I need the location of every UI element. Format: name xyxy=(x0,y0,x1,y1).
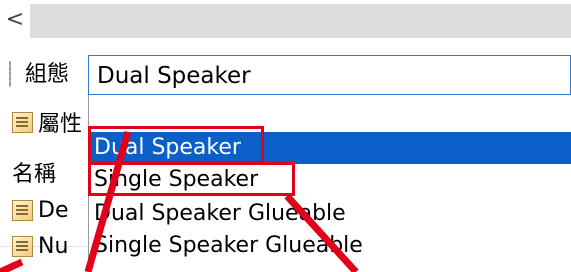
back-button[interactable]: < xyxy=(0,0,30,38)
chevron-left-icon: < xyxy=(5,6,25,32)
properties-label: 屬性 xyxy=(38,112,83,137)
property-icon xyxy=(12,200,33,221)
properties-icon xyxy=(12,111,33,133)
name-label: 名稱 xyxy=(12,162,57,187)
dropdown-option-empty[interactable] xyxy=(89,97,571,129)
properties-panel: 屬性 名稱 De Nu xyxy=(0,100,90,272)
properties-header[interactable]: 屬性 xyxy=(12,106,82,138)
toolbar: < xyxy=(0,0,571,44)
config-combobox-value: Dual Speaker xyxy=(97,63,251,89)
property-row[interactable]: De xyxy=(12,198,68,223)
dropdown-option-single-speaker[interactable]: Single Speaker xyxy=(89,164,571,196)
config-row: 組態 Dual Speaker xyxy=(0,55,571,95)
config-label: 組態 xyxy=(25,62,70,87)
property-row-label: De xyxy=(38,198,69,223)
dropdown-option-single-speaker-glueable[interactable]: Single Speaker Glueable xyxy=(89,230,571,262)
config-combobox[interactable]: Dual Speaker xyxy=(88,55,571,95)
property-icon xyxy=(12,236,33,257)
property-row[interactable]: Nu xyxy=(12,234,68,259)
config-dropdown-list[interactable]: Dual Speaker Single Speaker Dual Speaker… xyxy=(88,95,571,272)
property-row-label: Nu xyxy=(38,234,69,259)
dropdown-option-dual-speaker-glueable[interactable]: Dual Speaker Glueable xyxy=(89,198,571,230)
grip-handle[interactable] xyxy=(9,61,11,87)
dropdown-option-dual-speaker[interactable]: Dual Speaker xyxy=(89,132,571,164)
toolbar-strip xyxy=(30,4,571,38)
name-column-header[interactable]: 名稱 xyxy=(12,156,56,188)
